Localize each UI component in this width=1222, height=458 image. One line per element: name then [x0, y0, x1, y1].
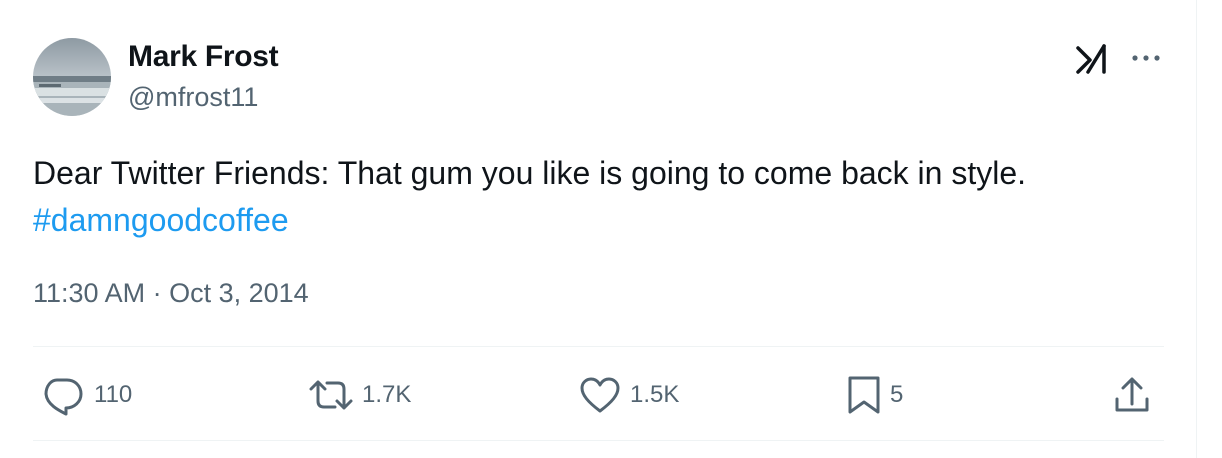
share-icon: [1112, 374, 1152, 416]
like-icon: [578, 374, 622, 416]
tweet-text: Dear Twitter Friends: That gum you like …: [33, 150, 1173, 244]
repost-icon: [308, 374, 354, 416]
author-name[interactable]: Mark Frost: [128, 40, 279, 74]
tweet-body: Dear Twitter Friends: That gum you like …: [33, 155, 1027, 191]
divider: [33, 440, 1164, 441]
reply-button[interactable]: 110: [40, 374, 132, 416]
avatar[interactable]: [33, 38, 111, 116]
divider: [33, 346, 1164, 347]
like-button[interactable]: 1.5K: [578, 374, 679, 416]
more-icon[interactable]: [1128, 46, 1164, 70]
grok-icon[interactable]: [1074, 42, 1112, 76]
hashtag-link[interactable]: #damngoodcoffee: [33, 197, 1173, 244]
bookmark-button[interactable]: 5: [846, 374, 903, 416]
repost-count: 1.7K: [362, 381, 412, 408]
bookmark-icon: [846, 374, 882, 416]
like-count: 1.5K: [630, 381, 680, 408]
reply-count: 110: [94, 381, 133, 408]
share-button[interactable]: [1112, 374, 1152, 416]
tweet-timestamp[interactable]: 11:30 AM · Oct 3, 2014: [33, 278, 309, 309]
repost-button[interactable]: 1.7K: [308, 374, 411, 416]
column-border: [1196, 0, 1197, 458]
bookmark-count: 5: [890, 381, 904, 408]
author-handle[interactable]: @mfrost11: [128, 82, 258, 113]
reply-icon: [40, 374, 86, 416]
tweet-card: Mark Frost @mfrost11 Dear Twitter Friend…: [0, 0, 1222, 458]
